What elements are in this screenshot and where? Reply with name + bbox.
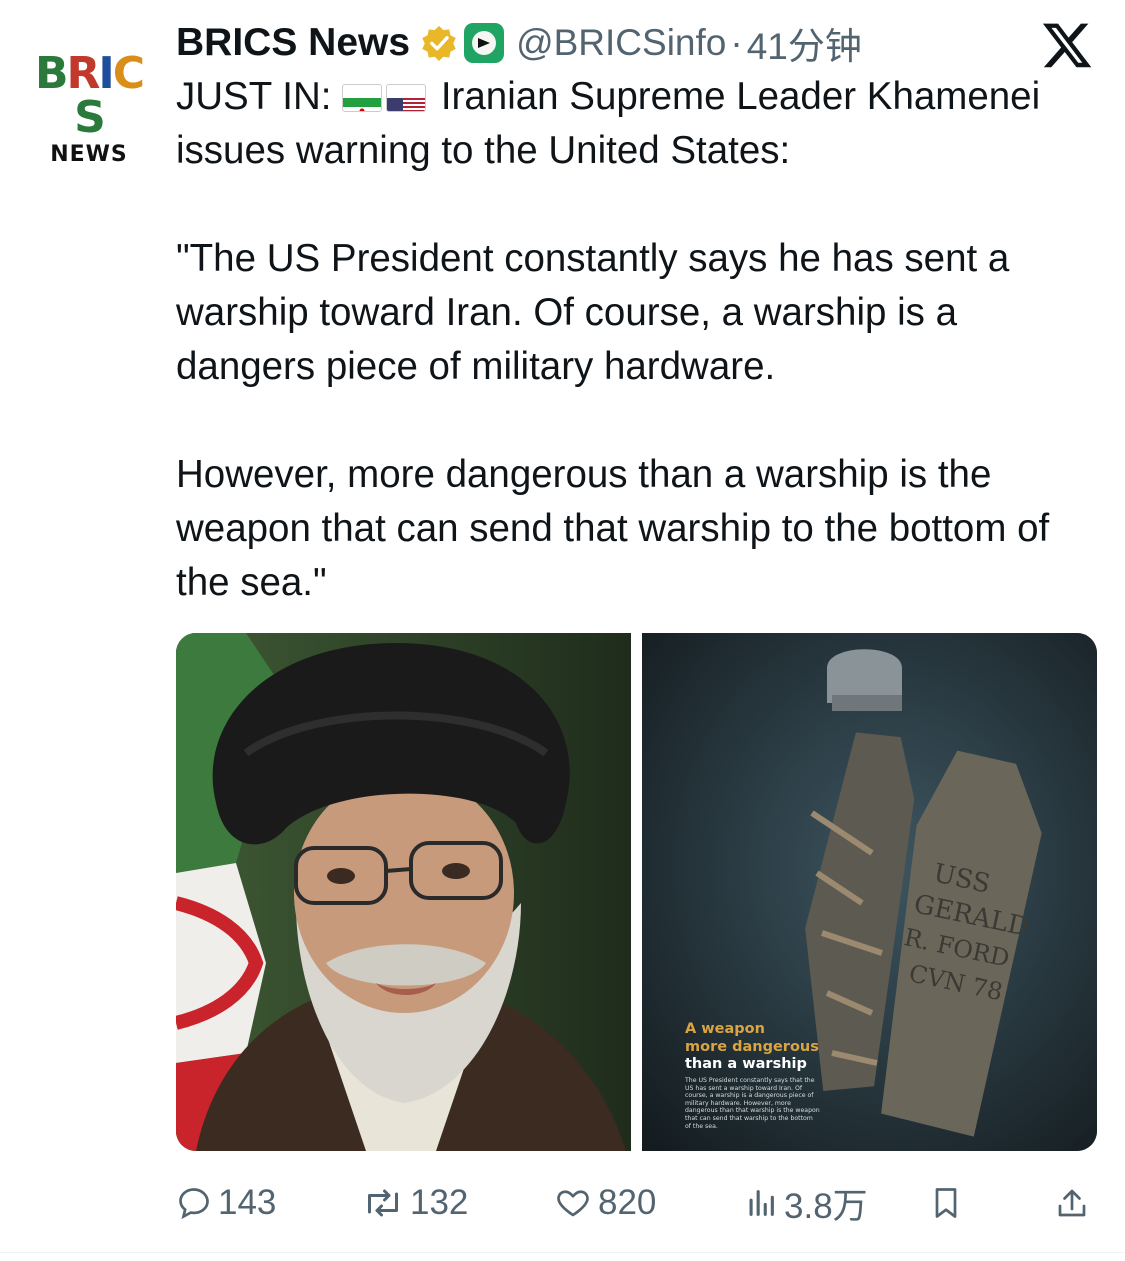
affiliate-badge-icon xyxy=(464,23,505,63)
poster-title-line-3: than a warship xyxy=(685,1056,807,1072)
author-handle[interactable]: @BRICSinfo xyxy=(516,22,726,64)
share-icon xyxy=(1058,1189,1086,1217)
tweet-media[interactable]: USS GERALD R. FORD CVN 78 A weapon more … xyxy=(176,633,1097,1151)
post-time[interactable]: 41分钟 xyxy=(747,16,862,70)
poster-title-line-2: more dangerous xyxy=(685,1038,819,1055)
iran-flag-icon xyxy=(342,84,383,112)
sunken-carrier-poster[interactable]: USS GERALD R. FORD CVN 78 A weapon more … xyxy=(642,633,1097,1151)
like-button[interactable]: 820 xyxy=(554,1178,656,1228)
views-button[interactable]: 3.8万 xyxy=(744,1178,868,1228)
us-flag-icon xyxy=(386,84,427,112)
poster-body: The US President constantly says that th… xyxy=(685,1077,820,1130)
repost-button[interactable]: 132 xyxy=(362,1178,468,1228)
portrait-photo[interactable] xyxy=(176,633,631,1151)
bottom-divider xyxy=(0,1252,1125,1253)
brics-news-avatar[interactable]: BRICS NEWS xyxy=(28,52,150,168)
x-logo-icon[interactable] xyxy=(1040,18,1094,72)
tweet-text: JUST IN: Iranian Supreme Leader Khamenei… xyxy=(176,70,1106,610)
poster-title-line-1: A weapon xyxy=(685,1021,765,1037)
tweet-actions: 143 132 820 3.8万 xyxy=(176,1178,1106,1228)
reply-button[interactable]: 143 xyxy=(176,1178,276,1228)
author-name[interactable]: BRICS News xyxy=(176,21,410,65)
poster-title: A weapon more dangerous than a warship xyxy=(685,1021,835,1074)
tweet-quote-1: "The US President constantly says he has… xyxy=(176,237,1010,388)
bookmark-button[interactable] xyxy=(928,1178,970,1228)
avatar-logo-text: BRICS xyxy=(34,48,145,143)
views-count: 3.8万 xyxy=(784,1186,868,1226)
repost-count: 132 xyxy=(410,1183,469,1222)
tweet-line-1: JUST IN: Iranian Supreme Leader Khamenei… xyxy=(176,70,1106,178)
like-count: 820 xyxy=(598,1183,657,1222)
repost-icon xyxy=(368,1189,398,1217)
reply-icon xyxy=(179,1188,209,1220)
heart-icon xyxy=(557,1190,589,1217)
share-button[interactable] xyxy=(1054,1178,1096,1228)
verified-badge-icon xyxy=(422,25,456,62)
tweet-prefix: JUST IN: xyxy=(176,75,332,118)
tweet-header: BRICS News @BRICSinfo · 41分钟 xyxy=(176,18,862,68)
views-icon xyxy=(749,1190,774,1216)
avatar-logo-subtext: NEWS xyxy=(50,142,128,167)
tweet-quote-2: However, more dangerous than a warship i… xyxy=(176,453,1050,604)
reply-count: 143 xyxy=(218,1183,277,1222)
separator-dot: · xyxy=(730,22,743,63)
bookmark-icon xyxy=(935,1188,957,1218)
